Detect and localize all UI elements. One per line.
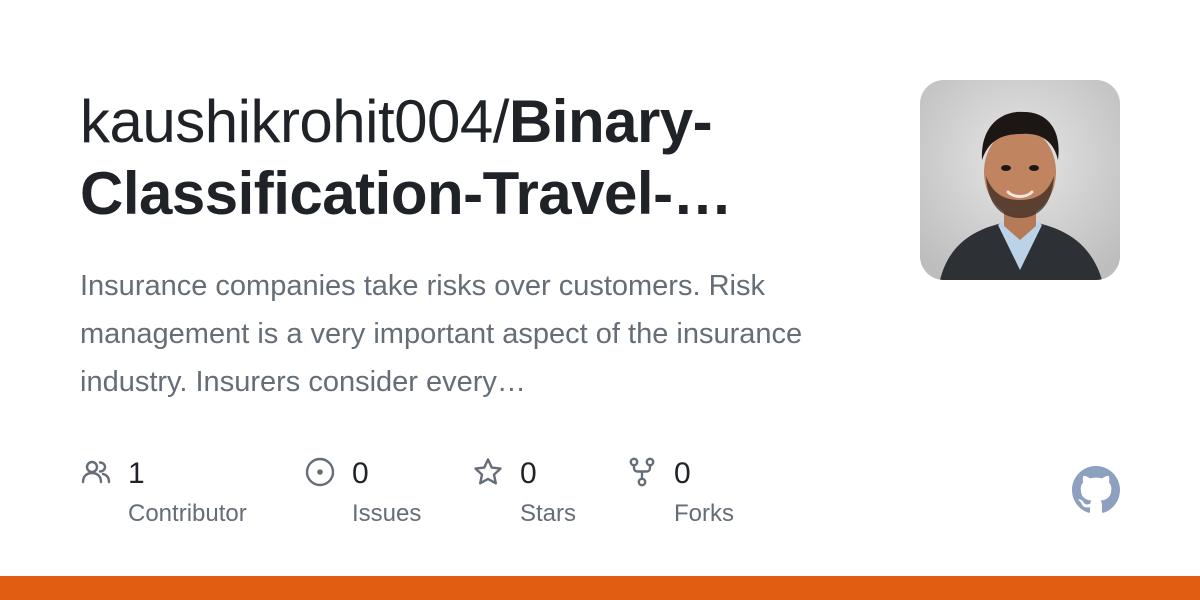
- language-bar: [0, 576, 1200, 600]
- stat-count: 0: [520, 457, 537, 490]
- stat-label: Issues: [352, 500, 422, 527]
- avatar-portrait: [920, 80, 1120, 280]
- people-icon: [81, 460, 111, 484]
- owner-avatar[interactable]: [920, 80, 1120, 280]
- repo-description: Insurance companies take risks over cust…: [80, 270, 803, 398]
- repo-forked-icon: [629, 457, 655, 487]
- repo-name-line-1[interactable]: Binary-: [509, 88, 713, 155]
- star-icon: [474, 458, 502, 485]
- issue-opened-icon: [305, 457, 335, 487]
- repo-social-card: kaushikrohit004/Binary- Classification-T…: [0, 0, 1200, 600]
- stat-count: 0: [352, 457, 369, 490]
- stat-count: 1: [128, 457, 145, 490]
- repo-owner[interactable]: kaushikrohit004/: [80, 88, 509, 155]
- stat-label: Contributor: [128, 500, 247, 527]
- stat-label: Forks: [674, 500, 734, 527]
- stat-count: 0: [674, 457, 691, 490]
- repo-title[interactable]: kaushikrohit004/Binary- Classification-T…: [80, 86, 880, 230]
- github-mark-icon[interactable]: [1072, 466, 1120, 514]
- stat-label: Stars: [520, 500, 577, 527]
- repo-name-line-2[interactable]: Classification-Travel-…: [80, 160, 733, 227]
